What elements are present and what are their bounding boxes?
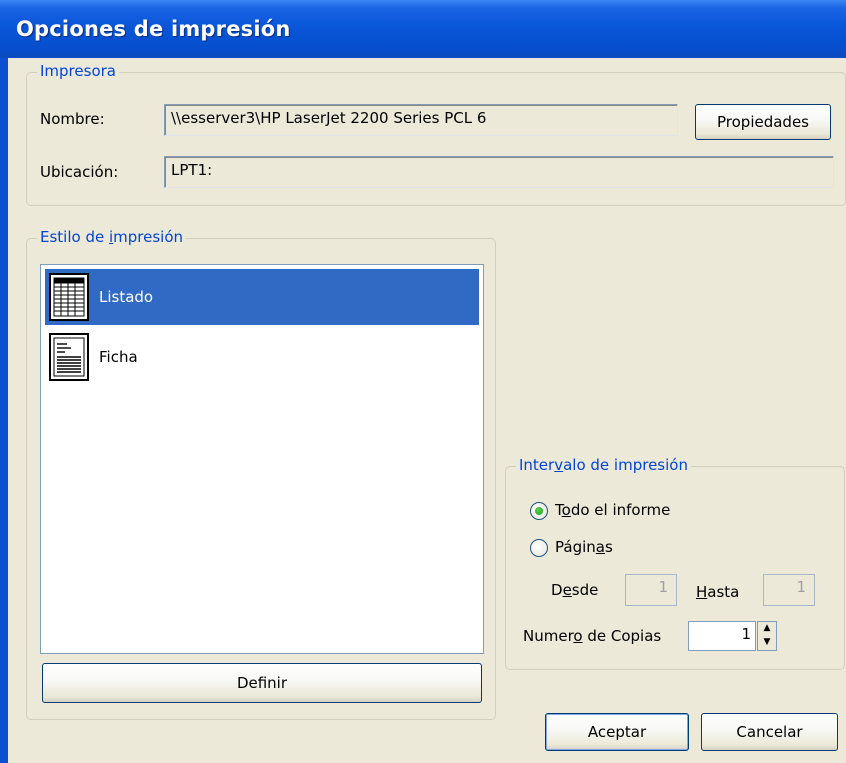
print-style-list[interactable]: Listado Ficha [40,264,484,654]
from-page-input[interactable]: 1 [625,574,677,606]
printer-location-field: LPT1: [164,156,834,188]
printer-group-label: Impresora [37,62,119,80]
radio-selected-dot [535,507,543,515]
window-title: Opciones de impresión [16,17,291,41]
all-report-radio[interactable] [530,502,548,520]
copies-input[interactable]: 1 [688,621,756,651]
printer-name-label: Nombre: [40,110,105,128]
window-frame-left [0,58,8,763]
printer-name-field: \\esserver3\HP LaserJet 2200 Series PCL … [164,104,678,136]
ok-button[interactable]: Aceptar [545,713,689,751]
to-page-input[interactable]: 1 [763,574,815,606]
printer-location-label: Ubicación: [40,163,119,181]
grid-list-icon [49,273,89,321]
list-item-label: Ficha [99,348,138,366]
properties-button[interactable]: Propiedades [695,104,831,140]
cancel-button[interactable]: Cancelar [701,713,838,751]
print-style-group-label: Estilo de impresión [37,228,187,246]
pages-radio[interactable] [530,539,548,557]
print-range-group-label: Intervalo de impresión [516,456,691,474]
spin-up-icon[interactable]: ▲ [758,622,776,636]
list-item-label: Listado [99,288,154,306]
record-card-icon [49,333,89,381]
spin-down-icon[interactable]: ▼ [758,636,776,650]
define-button[interactable]: Definir [42,663,482,703]
all-report-label[interactable]: Todo el informe [555,501,670,519]
list-item-ficha[interactable]: Ficha [45,329,479,385]
pages-label[interactable]: Páginas [555,538,613,556]
list-item-listado[interactable]: Listado [45,269,479,325]
copies-label: Numero de Copias [523,627,662,645]
from-label: Desde [551,581,599,599]
copies-spinner: ▲ ▼ [757,621,777,651]
title-bar[interactable]: Opciones de impresión [0,0,846,58]
to-label: Hasta [696,583,740,601]
